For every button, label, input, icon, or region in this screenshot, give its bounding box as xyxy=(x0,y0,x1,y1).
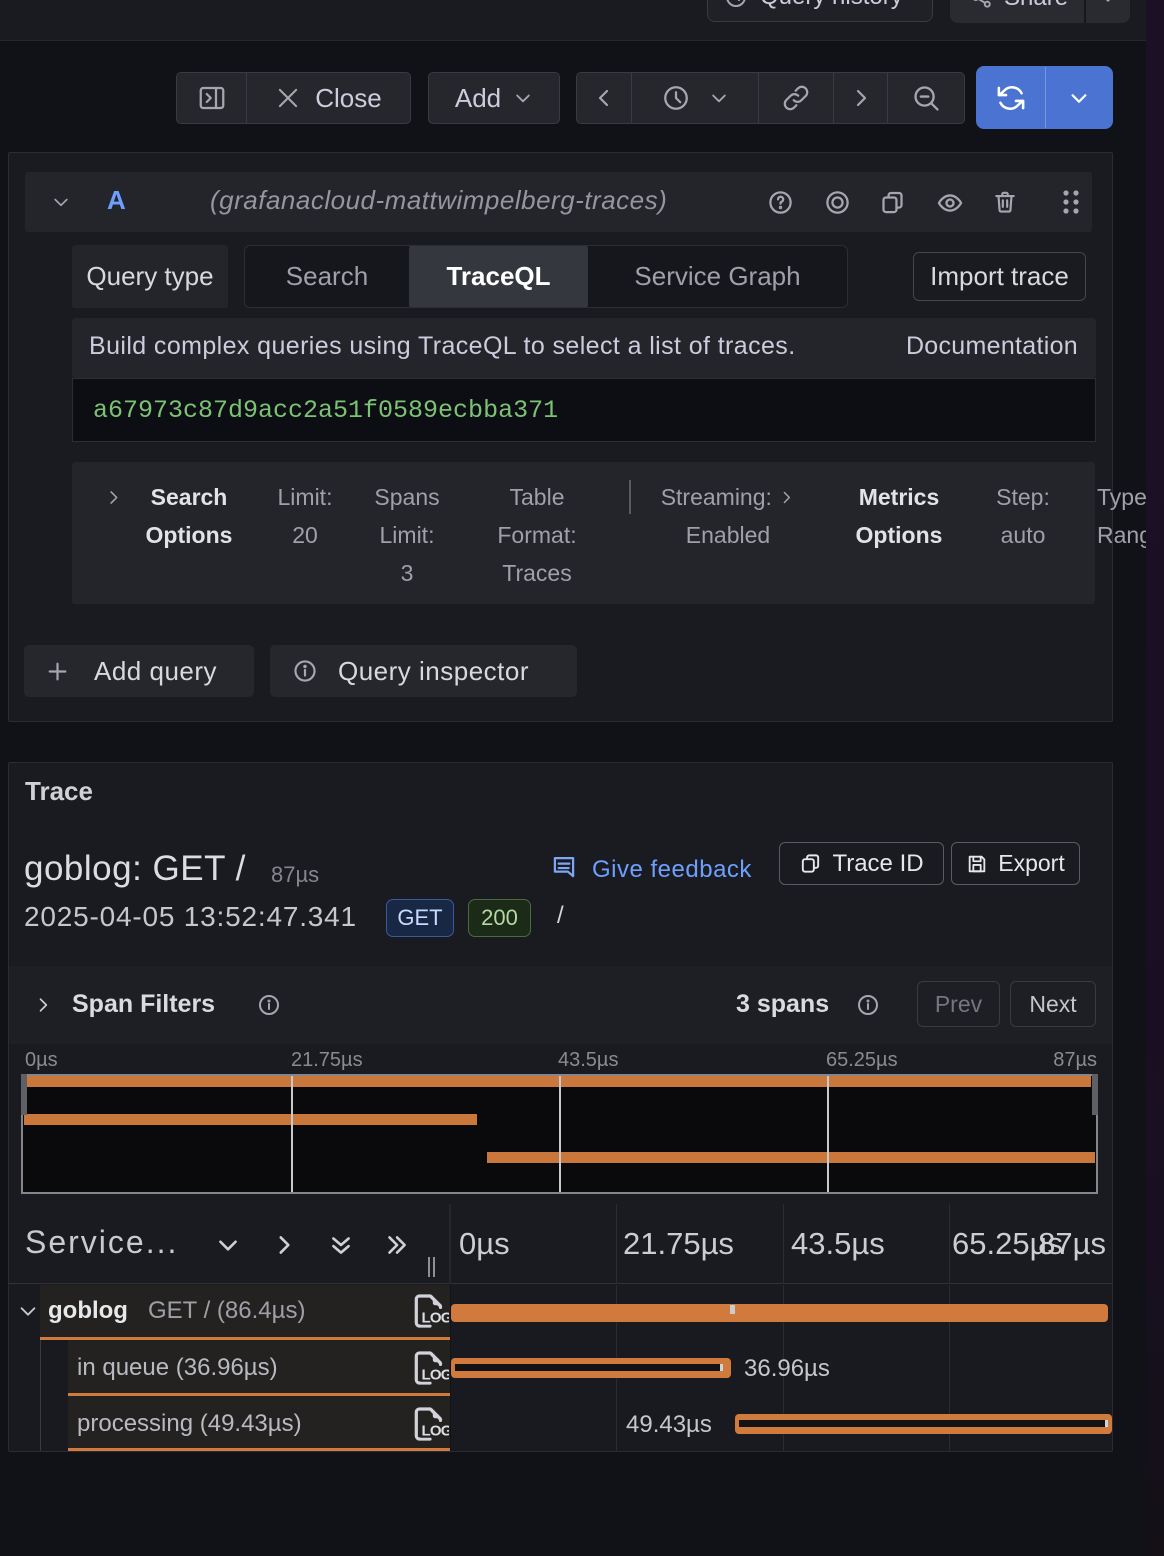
svg-text:LOG: LOG xyxy=(422,1367,450,1384)
svg-text:LOG: LOG xyxy=(422,1310,450,1327)
svg-text:LOG: LOG xyxy=(422,1423,450,1440)
